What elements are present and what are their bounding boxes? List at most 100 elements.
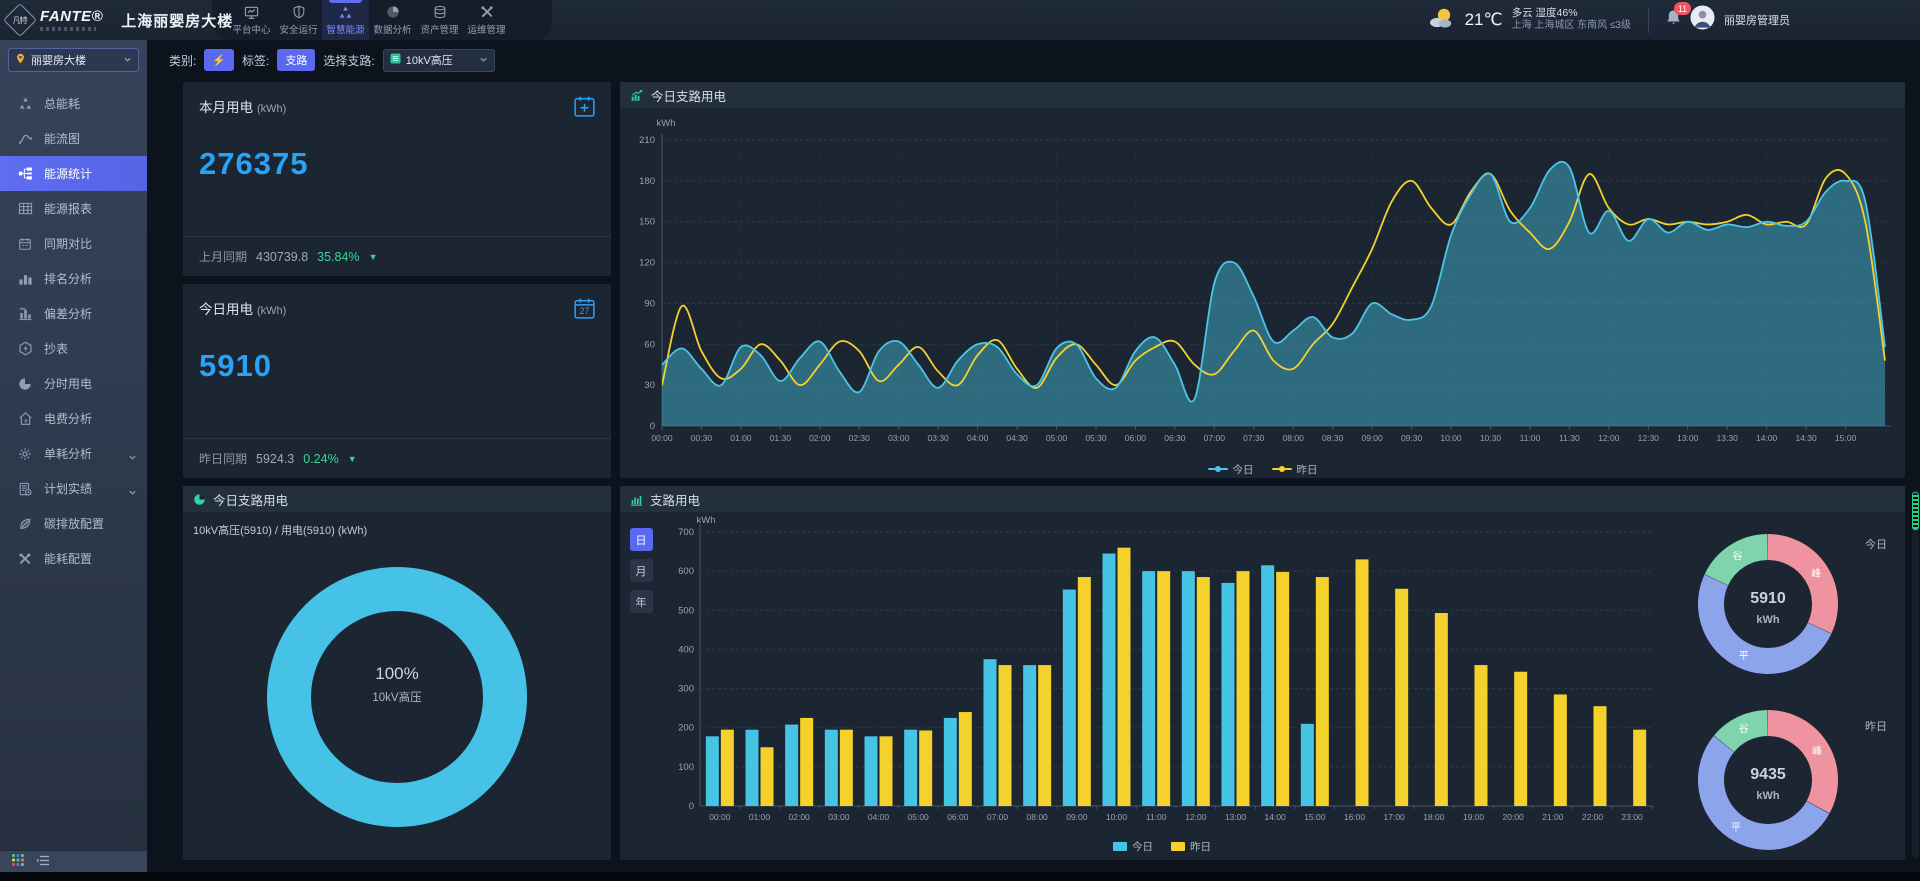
svg-text:01:00: 01:00: [730, 433, 752, 443]
calendar-compare-icon: [17, 236, 33, 252]
nav-item-label: 平台中心: [232, 22, 270, 36]
compare-percent: 0.24%: [303, 452, 338, 466]
bar-panel-title: 支路用电: [650, 490, 700, 509]
brand-diamond-icon: 凡特: [3, 3, 37, 37]
nav-item-平台中心[interactable]: 平台中心: [228, 0, 275, 40]
svg-text:09:00: 09:00: [1361, 433, 1383, 443]
svg-text:180: 180: [639, 176, 655, 187]
line-chart-legend: 今日 昨日: [620, 457, 1905, 481]
svg-text:100: 100: [678, 762, 694, 773]
svg-text:06:00: 06:00: [1125, 433, 1147, 443]
category-label: 类别:: [169, 52, 196, 69]
avatar[interactable]: [1690, 5, 1715, 35]
svg-text:07:00: 07:00: [987, 812, 1009, 822]
lightning-icon: ⚡: [212, 54, 226, 67]
platform-icon: [244, 5, 259, 20]
svg-text:04:30: 04:30: [1006, 433, 1028, 443]
toggle-月[interactable]: 月: [630, 559, 653, 582]
svg-text:200: 200: [678, 723, 694, 734]
svg-text:03:00: 03:00: [888, 433, 910, 443]
nav-item-数据分析[interactable]: 数据分析: [369, 0, 416, 40]
calendar-day-icon[interactable]: 27: [572, 296, 597, 326]
svg-text:00:00: 00:00: [709, 812, 731, 822]
nav-item-智慧能源[interactable]: 智慧能源: [322, 0, 369, 40]
sidebar-item-计划实绩[interactable]: 计划实绩: [0, 471, 147, 506]
svg-text:600: 600: [678, 566, 694, 577]
svg-text:13:00: 13:00: [1225, 812, 1247, 822]
gear-icon: [17, 446, 33, 462]
today-usage-unit: (kWh): [257, 305, 286, 317]
svg-text:500: 500: [678, 605, 694, 616]
nav-item-运维管理[interactable]: 运维管理: [463, 0, 510, 40]
svg-text:14:30: 14:30: [1795, 433, 1817, 443]
pie-chart-icon: [193, 493, 206, 506]
sidebar-item-label: 能耗配置: [44, 550, 92, 567]
svg-text:19:00: 19:00: [1463, 812, 1485, 822]
svg-text:12:00: 12:00: [1185, 812, 1207, 822]
header-right-cluster: 21℃ 多云 湿度46% 上海 上海城区 东南风 ≤3级 11 丽婴房管理员: [1426, 0, 1790, 40]
tag-branch-button[interactable]: 支路: [277, 49, 315, 71]
branch-select[interactable]: 10kV高压: [383, 49, 495, 72]
chevron-down-icon: [479, 51, 488, 69]
svg-text:峰: 峰: [1811, 568, 1821, 580]
svg-text:kWh: kWh: [697, 515, 716, 526]
weather-humidity: 湿度46%: [1536, 7, 1578, 19]
svg-text:00:30: 00:30: [691, 433, 713, 443]
today-usage-compare: 昨日同期 5924.3 0.24% ▼: [183, 438, 611, 478]
sidebar-item-能源统计[interactable]: 能源统计: [0, 156, 147, 191]
toggle-年[interactable]: 年: [630, 590, 653, 613]
sidebar-item-label: 排名分析: [44, 270, 92, 287]
branch-select-value: 10kV高压: [406, 52, 474, 68]
legend-今日[interactable]: 今日: [1208, 462, 1254, 477]
svg-text:13:30: 13:30: [1717, 433, 1739, 443]
svg-text:16:00: 16:00: [1344, 812, 1366, 822]
svg-text:05:00: 05:00: [908, 812, 930, 822]
sidebar-item-同期对比[interactable]: 同期对比: [0, 226, 147, 261]
svg-text:30: 30: [644, 380, 655, 391]
legend-昨日[interactable]: 昨日: [1171, 839, 1211, 854]
nav-item-资产管理[interactable]: 资产管理: [416, 0, 463, 40]
svg-text:谷: 谷: [1732, 550, 1742, 562]
svg-text:22:00: 22:00: [1582, 812, 1604, 822]
svg-text:02:00: 02:00: [789, 812, 811, 822]
bar-chart-legend: 今日 昨日: [662, 834, 1662, 858]
bell-icon: [1666, 13, 1681, 30]
sidebar-item-能耗配置[interactable]: 能耗配置: [0, 541, 147, 576]
building-select[interactable]: 丽婴房大楼: [8, 48, 139, 72]
category-electric-button[interactable]: ⚡: [204, 49, 234, 71]
toggle-日[interactable]: 日: [630, 528, 653, 551]
pie-icon: [386, 5, 400, 20]
sidebar-item-分时用电[interactable]: 分时用电: [0, 366, 147, 401]
svg-text:120: 120: [639, 258, 655, 269]
sidebar-item-能源报表[interactable]: 能源报表: [0, 191, 147, 226]
sidebar-item-电费分析[interactable]: 电费分析: [0, 401, 147, 436]
svg-text:08:00: 08:00: [1027, 812, 1049, 822]
branch-donut-chart: 100% 10kV高压: [183, 542, 611, 852]
nav-item-安全运行[interactable]: 安全运行: [275, 0, 322, 40]
weather-location: 上海 上海城区 东南风 ≤3级: [1512, 20, 1631, 33]
line-panel-title: 今日支路用电: [651, 86, 726, 105]
legend-昨日[interactable]: 昨日: [1272, 462, 1318, 477]
sidebar-item-碳排放配置[interactable]: 碳排放配置: [0, 506, 147, 541]
user-name[interactable]: 丽婴房管理员: [1724, 12, 1790, 28]
legend-今日[interactable]: 今日: [1113, 839, 1153, 854]
branch-bar-panel: 支路用电 日月年 0100200300400500600700kWh00:000…: [620, 486, 1905, 860]
svg-text:02:30: 02:30: [849, 433, 871, 443]
sidebar-item-抄表[interactable]: 抄表: [0, 331, 147, 366]
scrollbar-thumb[interactable]: [1912, 492, 1919, 530]
svg-text:kWh: kWh: [1756, 790, 1780, 802]
filter-bar: 类别: ⚡ 标签: 支路 选择支路: 10kV高压: [169, 48, 495, 72]
vertical-scrollbar[interactable]: [1912, 490, 1919, 858]
calendar-plus-icon[interactable]: [572, 94, 597, 124]
apps-grid-icon[interactable]: [12, 853, 24, 871]
sidebar-item-总能耗[interactable]: 总能耗: [0, 86, 147, 121]
collapse-menu-icon[interactable]: [36, 853, 50, 871]
sidebar-item-label: 同期对比: [44, 235, 92, 252]
notifications-button[interactable]: 11: [1666, 9, 1681, 31]
sidebar-item-能流图[interactable]: 能流图: [0, 121, 147, 156]
sidebar-item-单耗分析[interactable]: 单耗分析: [0, 436, 147, 471]
sidebar-item-偏差分析[interactable]: 偏差分析: [0, 296, 147, 331]
sidebar-item-排名分析[interactable]: 排名分析: [0, 261, 147, 296]
bar-chart-icon: [630, 493, 643, 506]
svg-text:00:00: 00:00: [651, 433, 673, 443]
